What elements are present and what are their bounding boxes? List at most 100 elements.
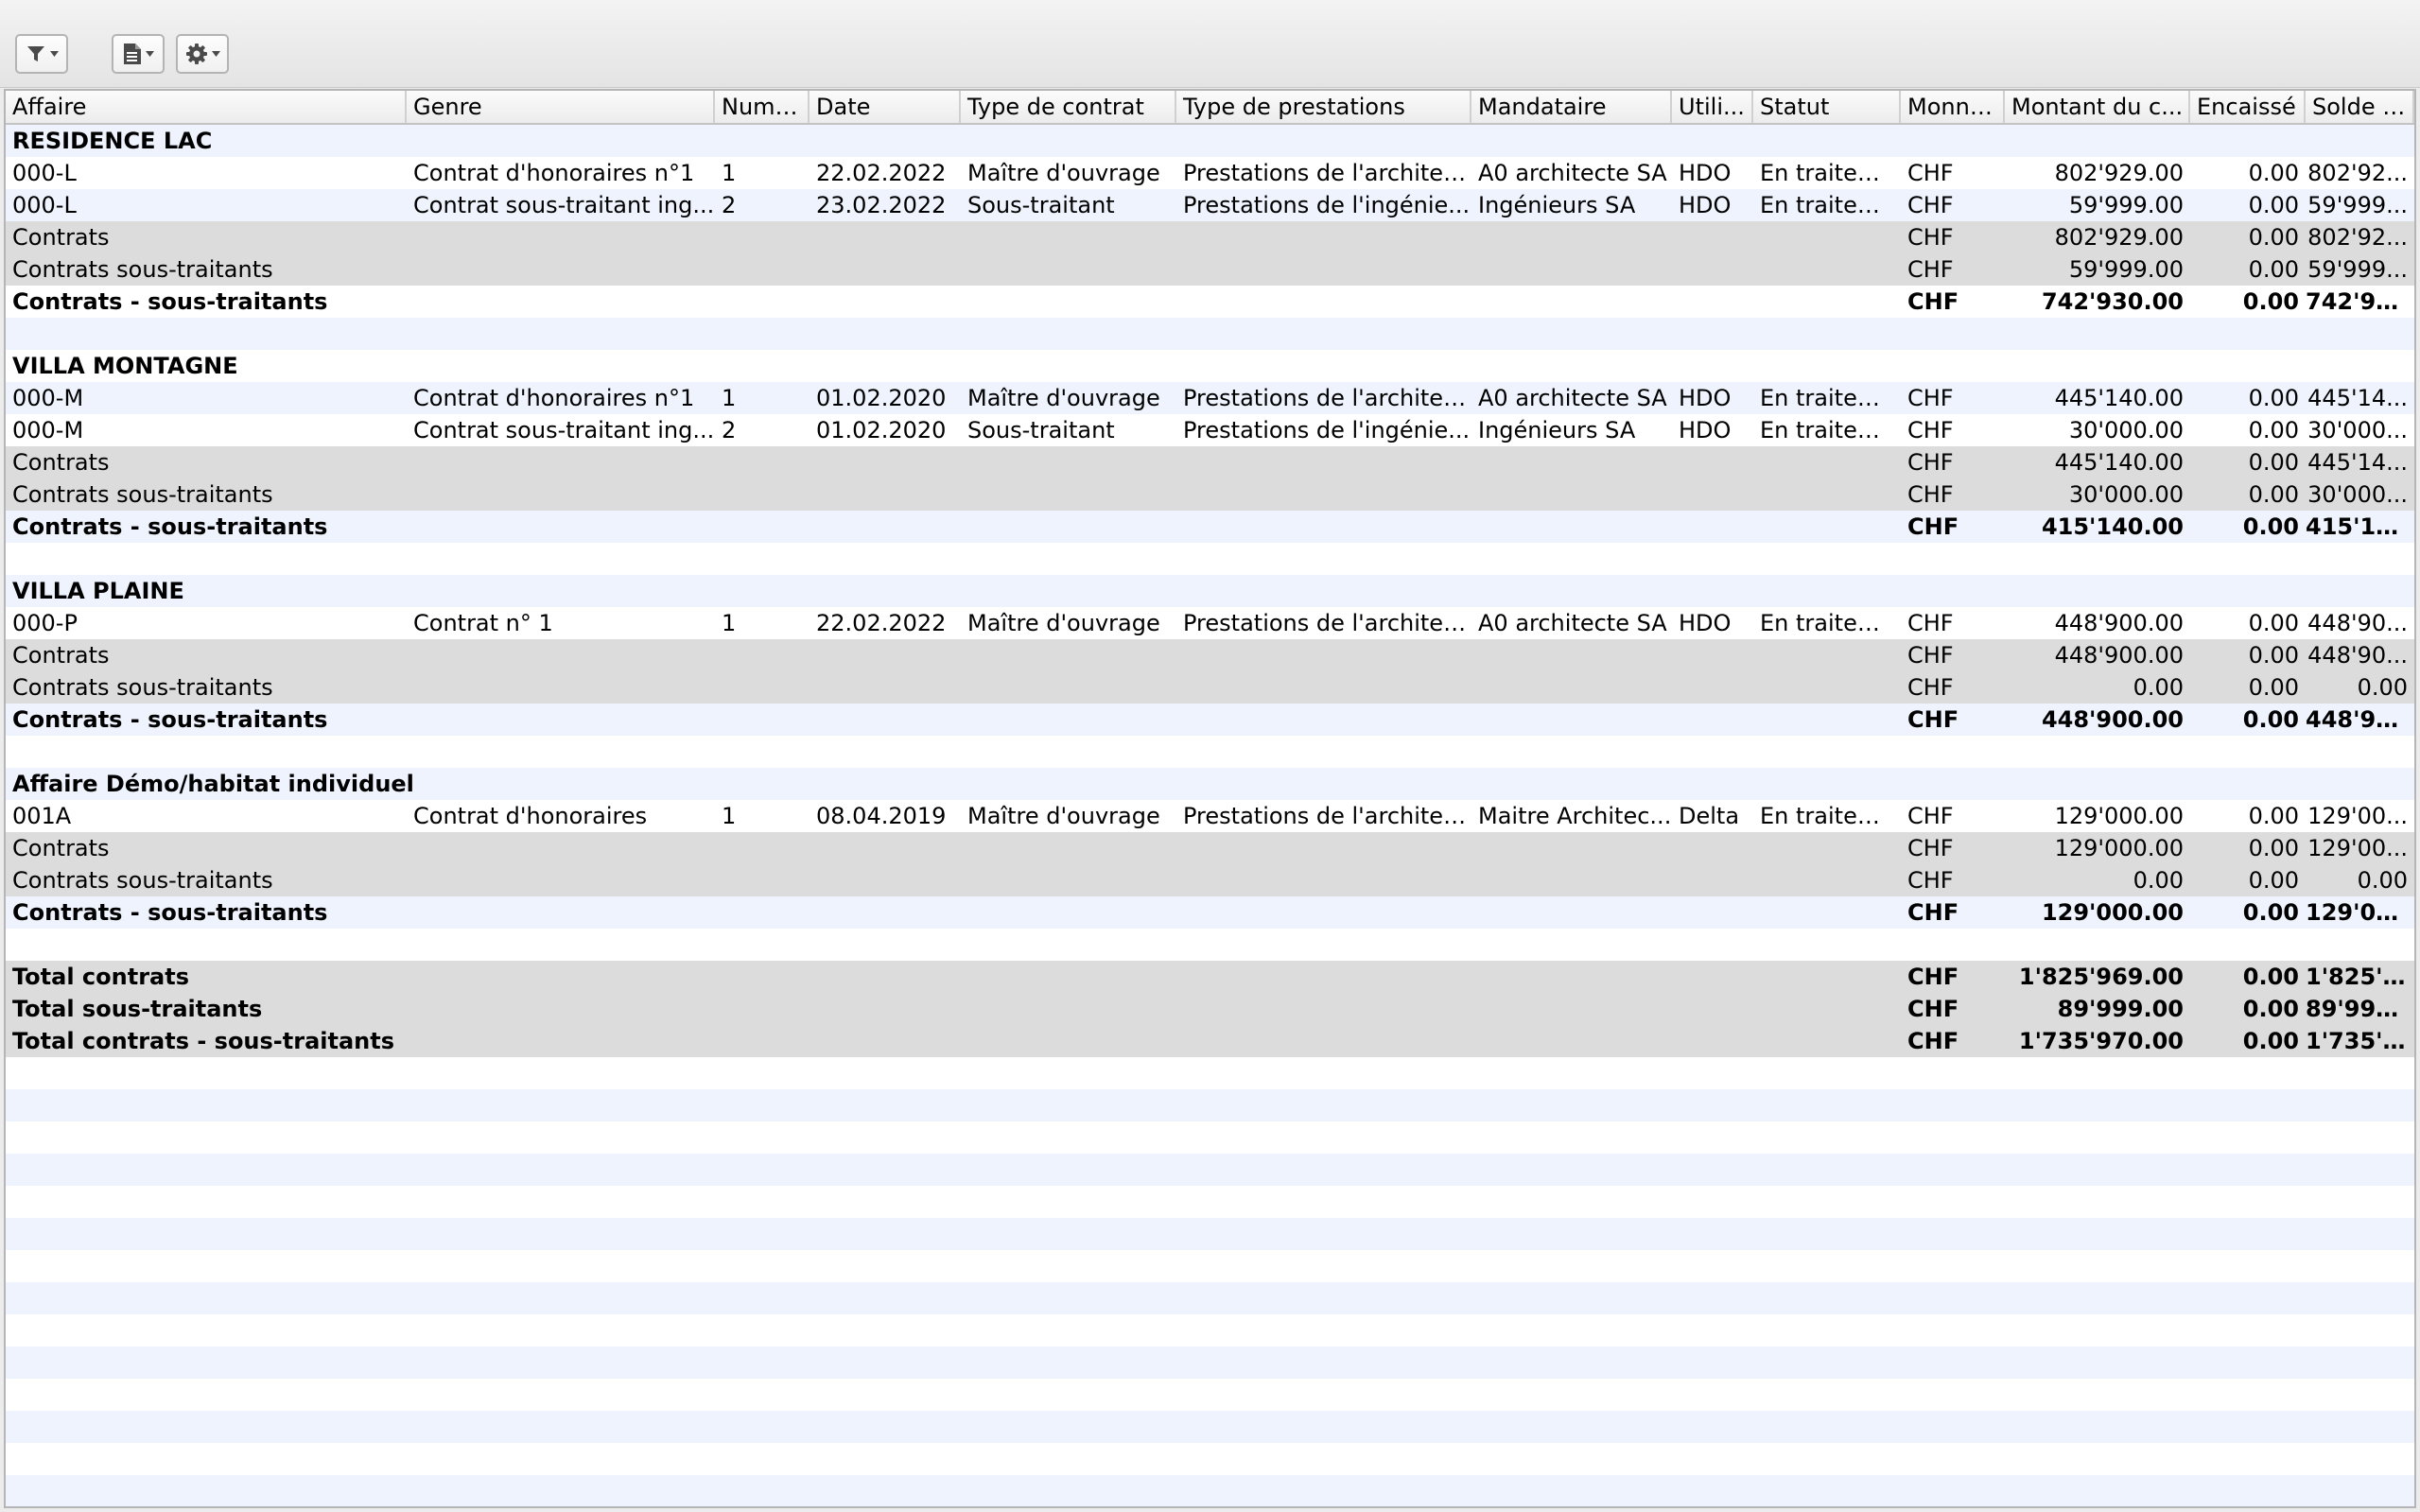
- cell-affaire: Contrats: [12, 224, 110, 251]
- cell-monnaie: CHF: [1907, 642, 1954, 669]
- cell-type_contrat: Maître d'ouvrage: [967, 803, 1160, 829]
- cell-solde: 30'000...: [2307, 481, 2408, 508]
- cell-affaire: Contrats: [12, 835, 110, 861]
- table-row-sub: Contrats CHF 448'900.00 0.00 448'90...: [6, 639, 2414, 671]
- cell-date: 08.04.2019: [816, 803, 947, 829]
- column-header-mandataire[interactable]: Mandataire: [1471, 91, 1672, 123]
- table-row-blank: [6, 929, 2414, 961]
- cell-genre: Contrat d'honoraires: [413, 803, 648, 829]
- cell-monnaie: CHF: [1907, 481, 1954, 508]
- table-row-data[interactable]: 001A Contrat d'honoraires 1 08.04.2019 Maîtr…: [6, 800, 2414, 832]
- column-header-encaisse[interactable]: Encaissé: [2190, 91, 2306, 123]
- cell-encaisse: 0.00: [2248, 481, 2299, 508]
- cell-mandataire: Ingénieurs SA: [1478, 192, 1636, 218]
- cell-affaire: Contrats - sous-traitants: [12, 899, 328, 926]
- table-row-data[interactable]: 000-L Contrat d'honoraires n°1 1 22.02.2022…: [6, 157, 2414, 189]
- column-header-monnaie[interactable]: Monnaie: [1901, 91, 2005, 123]
- cell-encaisse: 0.00: [2248, 449, 2299, 476]
- table-row-data[interactable]: 000-M Contrat d'honoraires n°1 1 01.02.2020…: [6, 382, 2414, 414]
- cell-montant: 448'900.00: [2041, 706, 2184, 733]
- column-header-numero[interactable]: Numéro: [715, 91, 810, 123]
- cell-type_prest: Prestations de l'architecte: [1183, 610, 1471, 636]
- cell-genre: Contrat n° 1: [413, 610, 553, 636]
- cell-affaire: 000-L: [12, 192, 77, 218]
- cell-montant: 1'825'969.00: [2018, 964, 2184, 990]
- cell-affaire: 000-L: [12, 160, 77, 186]
- cell-numero: 1: [722, 610, 737, 636]
- cell-statut: En traitem...: [1760, 160, 1901, 186]
- table-row-sub: Contrats CHF 129'000.00 0.00 129'00...: [6, 832, 2414, 864]
- column-header-montant[interactable]: Montant du c...: [2005, 91, 2190, 123]
- empty-row: [6, 1282, 2414, 1314]
- cell-encaisse: 0.00: [2248, 192, 2299, 218]
- cell-monnaie: CHF: [1907, 192, 1954, 218]
- cell-mandataire: Ingénieurs SA: [1478, 417, 1636, 443]
- cell-montant: 742'930.00: [2041, 288, 2184, 315]
- document-icon: [123, 43, 142, 65]
- cell-encaisse: 0.00: [2248, 803, 2299, 829]
- cell-util: HDO: [1679, 417, 1732, 443]
- cell-affaire: Contrats sous-traitants: [12, 674, 273, 701]
- filter-button[interactable]: [15, 34, 68, 74]
- cell-solde: 129'00...: [2307, 803, 2408, 829]
- cell-solde: 742'93...: [2306, 288, 2414, 315]
- cell-mandataire: A0 architecte SA: [1478, 610, 1667, 636]
- cell-monnaie: CHF: [1907, 449, 1954, 476]
- table-row-grand: Total sous-traitants CHF 89'999.00 0.00 89'9…: [6, 993, 2414, 1025]
- column-header-date[interactable]: Date: [810, 91, 961, 123]
- cell-encaisse: 0.00: [2248, 610, 2299, 636]
- column-header-type_prest[interactable]: Type de prestations: [1176, 91, 1471, 123]
- table-row-data[interactable]: 000-M Contrat sous-traitant ing... 2 01.02.…: [6, 414, 2414, 446]
- cell-monnaie: CHF: [1907, 513, 1959, 540]
- cell-type_contrat: Sous-traitant: [967, 192, 1115, 218]
- cell-type_prest: Prestations de l'ingénie...: [1183, 417, 1471, 443]
- cell-montant: 802'929.00: [2054, 160, 2184, 186]
- cell-type_contrat: Maître d'ouvrage: [967, 160, 1160, 186]
- table-row-grand: Total contrats - sous-traitants CHF 1'735'…: [6, 1025, 2414, 1057]
- cell-solde: 1'825'9...: [2306, 964, 2414, 990]
- empty-row: [6, 1057, 2414, 1089]
- table-row-sub: Contrats sous-traitants CHF 30'000.00 0.00 3…: [6, 478, 2414, 511]
- cell-encaisse: 0.00: [2248, 160, 2299, 186]
- cell-util: HDO: [1679, 160, 1732, 186]
- table-row-grand: Total contrats CHF 1'825'969.00 0.00 1'825'9…: [6, 961, 2414, 993]
- column-header-genre[interactable]: Genre: [407, 91, 715, 123]
- cell-montant: 30'000.00: [2068, 481, 2184, 508]
- cell-affaire: Affaire Démo/habitat individuel: [12, 771, 414, 797]
- cell-montant: 445'140.00: [2054, 449, 2184, 476]
- column-header-statut[interactable]: Statut: [1753, 91, 1901, 123]
- cell-solde: 0.00: [2357, 674, 2408, 701]
- settings-button[interactable]: [176, 34, 229, 74]
- table-row-total: Contrats - sous-traitants CHF 742'930.00 0.…: [6, 286, 2414, 318]
- cell-solde: 30'000...: [2307, 417, 2408, 443]
- column-header-type_contrat[interactable]: Type de contrat: [961, 91, 1176, 123]
- table-row-data[interactable]: 000-P Contrat n° 1 1 22.02.2022 Maître d'ouv…: [6, 607, 2414, 639]
- cell-montant: 448'900.00: [2054, 610, 2184, 636]
- cell-type_contrat: Sous-traitant: [967, 417, 1115, 443]
- table-row-blank: [6, 318, 2414, 350]
- table-row-total: Contrats - sous-traitants CHF 448'900.00 0.…: [6, 704, 2414, 736]
- table-row-data[interactable]: 000-L Contrat sous-traitant ing... 2 23.02.…: [6, 189, 2414, 221]
- column-header-util[interactable]: Utili...: [1672, 91, 1753, 123]
- cell-monnaie: CHF: [1907, 867, 1954, 894]
- cell-monnaie: CHF: [1907, 674, 1954, 701]
- cell-statut: En traitem...: [1760, 610, 1901, 636]
- cell-date: 01.02.2020: [816, 385, 947, 411]
- export-document-button[interactable]: [112, 34, 165, 74]
- table-row-group: VILLA PLAINE: [6, 575, 2414, 607]
- cell-encaisse: 0.00: [2242, 1028, 2299, 1054]
- column-header-affaire[interactable]: Affaire: [6, 91, 407, 123]
- column-header-solde[interactable]: Solde à...: [2306, 91, 2414, 123]
- cell-affaire: Contrats - sous-traitants: [12, 288, 328, 315]
- cell-encaisse: 0.00: [2248, 642, 2299, 669]
- cell-affaire: Contrats sous-traitants: [12, 256, 273, 283]
- cell-genre: Contrat d'honoraires n°1: [413, 160, 695, 186]
- chevron-down-icon: [211, 51, 220, 57]
- cell-affaire: 000-M: [12, 385, 84, 411]
- table-header: Affaire Genre Numéro Date Type de contrat Typ…: [6, 91, 2414, 125]
- empty-row: [6, 1089, 2414, 1121]
- cell-affaire: Contrats: [12, 449, 110, 476]
- cell-solde: 802'92...: [2307, 224, 2408, 251]
- cell-statut: En traitem...: [1760, 192, 1901, 218]
- cell-solde: 445'14...: [2307, 449, 2408, 476]
